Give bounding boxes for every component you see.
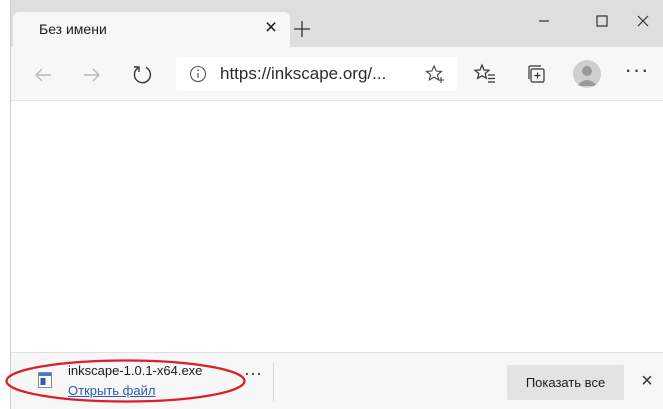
tab-close-icon[interactable]: ×	[261, 17, 281, 39]
shelf-close-icon[interactable]: ×	[637, 370, 657, 392]
show-all-button[interactable]: Показать все	[507, 365, 624, 400]
window-close-icon[interactable]	[632, 10, 654, 32]
info-icon[interactable]	[188, 64, 208, 84]
open-file-link[interactable]: Открыть файл	[68, 383, 155, 398]
download-file-name[interactable]: inkscape-1.0.1-x64.exe	[68, 363, 202, 378]
url-text[interactable]: https://inkscape.org/...	[220, 64, 386, 84]
toolbar: https://inkscape.org/... ···	[11, 47, 663, 101]
maximize-icon[interactable]	[591, 10, 613, 32]
back-arrow-icon[interactable]	[31, 63, 55, 87]
browser-window: Без имени × https://inkscape.org/... ···…	[10, 0, 663, 409]
tab-active[interactable]: Без имени ×	[13, 12, 290, 47]
add-favorite-star-icon[interactable]	[424, 63, 446, 85]
download-more-icon[interactable]: ···	[241, 364, 265, 386]
address-bar[interactable]: https://inkscape.org/...	[176, 57, 457, 91]
download-shelf: inkscape-1.0.1-x64.exe Открыть файл ··· …	[11, 352, 663, 409]
favorites-icon[interactable]	[473, 62, 497, 86]
collections-icon[interactable]	[525, 62, 549, 86]
refresh-icon[interactable]	[130, 62, 154, 86]
exe-file-icon	[38, 372, 52, 388]
new-tab-icon[interactable]	[291, 18, 313, 40]
forward-arrow-icon[interactable]	[80, 63, 104, 87]
profile-avatar-icon[interactable]	[573, 60, 601, 88]
tab-strip: Без имени ×	[11, 0, 663, 47]
shelf-divider	[273, 363, 274, 401]
tab-title: Без имени	[39, 21, 107, 37]
settings-more-icon[interactable]: ···	[623, 59, 651, 85]
minimize-icon[interactable]	[533, 10, 555, 32]
